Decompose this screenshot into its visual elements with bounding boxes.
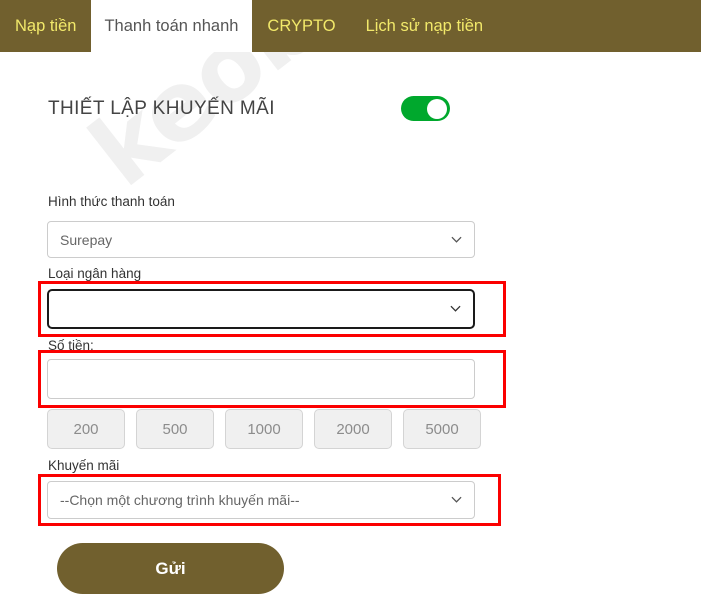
preset-amount-5000[interactable]: 5000 (403, 409, 481, 449)
promotion-value: --Chọn một chương trình khuyến mãi-- (60, 492, 300, 508)
tab-bar: Nạp tiền Thanh toán nhanh CRYPTO Lịch sử… (0, 0, 701, 52)
promo-toggle-knob (427, 98, 447, 119)
bank-type-label: Loại ngân hàng (48, 266, 142, 281)
preset-amount-group: 200 500 1000 2000 5000 (47, 409, 481, 449)
preset-amount-200[interactable]: 200 (47, 409, 125, 449)
promo-toggle-switch[interactable] (401, 96, 450, 121)
chevron-down-icon (451, 234, 462, 245)
chevron-down-icon (450, 303, 461, 314)
payment-method-label: Hình thức thanh toán (48, 194, 175, 209)
preset-amount-500[interactable]: 500 (136, 409, 214, 449)
amount-input[interactable] (47, 359, 475, 399)
bank-type-select[interactable] (47, 289, 475, 329)
payment-method-value: Surepay (60, 231, 113, 248)
promotion-select[interactable]: --Chọn một chương trình khuyến mãi-- (47, 481, 475, 519)
preset-amount-2000[interactable]: 2000 (314, 409, 392, 449)
payment-method-select[interactable]: Surepay (47, 221, 475, 258)
tab-lich-su-nap-tien[interactable]: Lịch sử nạp tiền (351, 0, 498, 52)
tab-thanh-toan-nhanh[interactable]: Thanh toán nhanh (91, 0, 253, 52)
tab-nap-tien[interactable]: Nạp tiền (0, 0, 91, 52)
promo-setup-row: THIẾT LẬP KHUYẾN MÃI (48, 96, 450, 121)
submit-button[interactable]: Gửi (57, 543, 284, 594)
page-title: THIẾT LẬP KHUYẾN MÃI (48, 97, 275, 119)
chevron-down-icon (451, 494, 462, 505)
tab-crypto[interactable]: CRYPTO (252, 0, 350, 52)
amount-label: Số tiền: (48, 338, 94, 353)
promotion-label: Khuyến mãi (48, 458, 120, 473)
preset-amount-1000[interactable]: 1000 (225, 409, 303, 449)
